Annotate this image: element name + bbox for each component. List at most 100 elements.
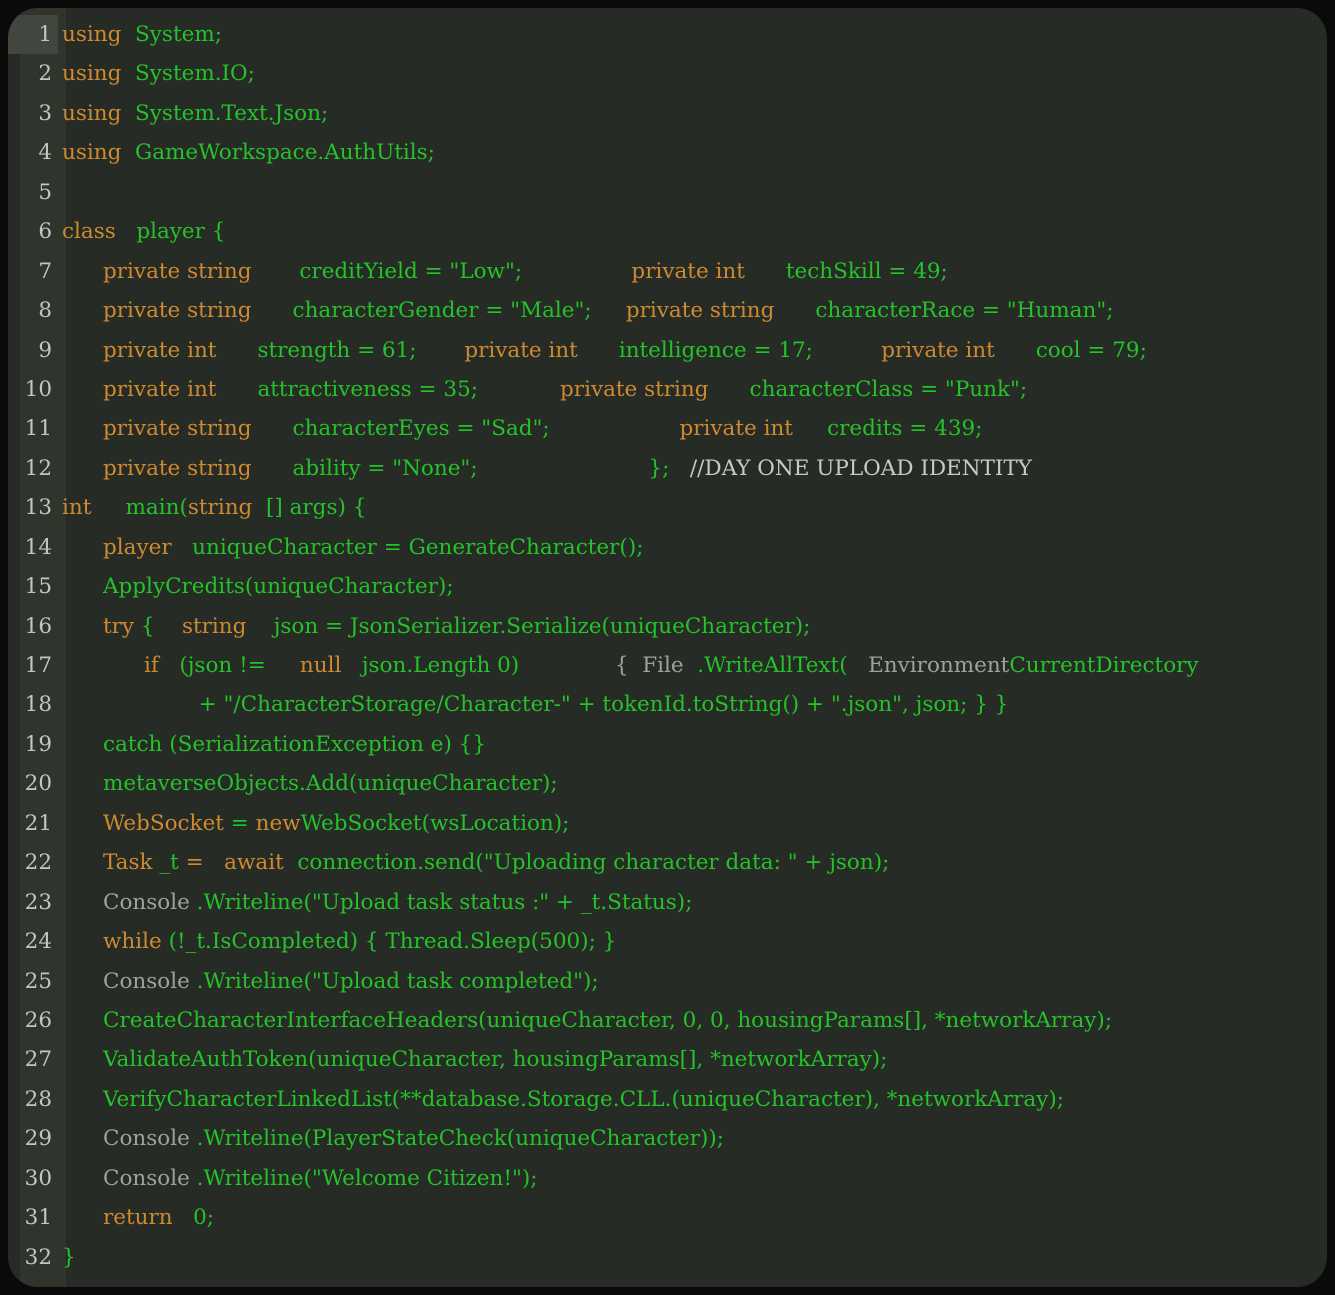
code-text: try { string json = JsonSerializer.Seria… <box>58 607 810 646</box>
line-number: 27 <box>8 1040 58 1079</box>
code-token: return <box>62 1205 173 1230</box>
code-line[interactable]: 30 Console .Writeline("Welcome Citizen!"… <box>8 1159 1327 1198</box>
code-token: using <box>62 22 121 47</box>
code-token: Task <box>62 850 153 875</box>
code-line[interactable]: 29 Console .Writeline(PlayerStateCheck(u… <box>8 1119 1327 1158</box>
code-token: private string <box>62 416 252 441</box>
line-number: 16 <box>8 607 58 646</box>
code-line[interactable]: 28 VerifyCharacterLinkedList(**database.… <box>8 1080 1327 1119</box>
code-line[interactable]: 23 Console .Writeline("Upload task statu… <box>8 883 1327 922</box>
code-text: while (!_t.IsCompleted) { Thread.Sleep(5… <box>58 922 616 961</box>
code-line[interactable]: 21 WebSocket = newWebSocket(wsLocation); <box>8 804 1327 843</box>
line-number: 1 <box>8 15 58 54</box>
code-text: using System; <box>58 15 222 54</box>
code-line[interactable]: 31 return 0; <box>8 1198 1327 1237</box>
code-line[interactable]: 26 CreateCharacterInterfaceHeaders(uniqu… <box>8 1001 1327 1040</box>
code-token: _t <box>153 850 179 875</box>
code-text: Console .Writeline("Upload task complete… <box>58 962 599 1001</box>
code-line[interactable]: 25 Console .Writeline("Upload task compl… <box>8 962 1327 1001</box>
code-line[interactable]: 8 private string characterGender = "Male… <box>8 291 1327 330</box>
code-text: if (json != null json.Length 0) { File .… <box>58 646 1199 685</box>
code-token: using <box>62 61 121 86</box>
line-number: 26 <box>8 1001 58 1040</box>
code-line[interactable]: 17 if (json != null json.Length 0) { Fil… <box>8 646 1327 685</box>
code-token: private string <box>62 259 252 284</box>
code-token: Console <box>62 1126 190 1151</box>
code-text: player uniqueCharacter = GenerateCharact… <box>58 528 643 567</box>
code-token: strength = 61; <box>216 338 416 363</box>
code-text: private int strength = 61; private int i… <box>58 331 1147 370</box>
code-token: .Writeline("Upload task status :" + _t.S… <box>190 890 693 915</box>
code-line[interactable]: 7 private string creditYield = "Low"; pr… <box>8 252 1327 291</box>
code-text: private string characterGender = "Male";… <box>58 291 1113 330</box>
line-number: 25 <box>8 962 58 1001</box>
code-token: try <box>62 614 134 639</box>
code-line[interactable]: 18 + "/CharacterStorage/Character-" + to… <box>8 685 1327 724</box>
line-number: 22 <box>8 843 58 882</box>
code-line[interactable]: 14 player uniqueCharacter = GenerateChar… <box>8 528 1327 567</box>
code-token: json = JsonSerializer.Serialize(uniqueCh… <box>246 614 810 639</box>
code-token: private string <box>62 298 252 323</box>
code-token: string <box>182 614 246 639</box>
code-text: VerifyCharacterLinkedList(**database.Sto… <box>58 1080 1064 1119</box>
line-number: 23 <box>8 883 58 922</box>
code-line[interactable]: 6class player { <box>8 212 1327 251</box>
code-line[interactable]: 32} <box>8 1238 1327 1277</box>
code-token: ApplyCredits(uniqueCharacter); <box>62 574 454 599</box>
code-token: catch (SerializationException e) {} <box>62 732 486 757</box>
code-token: .Writeline("Welcome Citizen!"); <box>190 1166 538 1191</box>
code-token: (json != <box>159 653 266 678</box>
code-token: = await <box>179 850 284 875</box>
code-line[interactable]: 19 catch (SerializationException e) {} <box>8 725 1327 764</box>
code-line[interactable]: 3using System.Text.Json; <box>8 94 1327 133</box>
code-token: .Writeline(PlayerStateCheck(uniqueCharac… <box>190 1126 724 1151</box>
code-line[interactable]: 20 metaverseObjects.Add(uniqueCharacter)… <box>8 764 1327 803</box>
code-line[interactable]: 10 private int attractiveness = 35; priv… <box>8 370 1327 409</box>
code-line[interactable]: 1using System; <box>8 15 1327 54</box>
code-token: private int <box>550 416 793 441</box>
code-token: main( <box>91 495 188 520</box>
code-text: Console .Writeline(PlayerStateCheck(uniq… <box>58 1119 724 1158</box>
code-token: CreateCharacterInterfaceHeaders(uniqueCh… <box>62 1008 1112 1033</box>
code-line[interactable]: 16 try { string json = JsonSerializer.Se… <box>8 607 1327 646</box>
code-token: player { <box>116 219 226 244</box>
line-number: 13 <box>8 488 58 527</box>
code-line[interactable]: 27 ValidateAuthToken(uniqueCharacter, ho… <box>8 1040 1327 1079</box>
code-text: CreateCharacterInterfaceHeaders(uniqueCh… <box>58 1001 1112 1040</box>
code-token: WebSocket(wsLocation); <box>301 811 570 836</box>
code-line[interactable]: 22 Task _t = await connection.send("Uplo… <box>8 843 1327 882</box>
code-token: json.Length 0) <box>341 653 519 678</box>
code-token: ValidateAuthToken(uniqueCharacter, housi… <box>62 1047 887 1072</box>
code-line[interactable]: 11 private string characterEyes = "Sad";… <box>8 409 1327 448</box>
code-token: using <box>62 140 121 165</box>
code-line[interactable]: 2using System.IO; <box>8 54 1327 93</box>
code-text: Task _t = await connection.send("Uploadi… <box>58 843 889 882</box>
code-token: private int <box>62 377 216 402</box>
line-number: 10 <box>8 370 58 409</box>
code-token: Environment <box>848 653 1010 678</box>
code-text: using System.IO; <box>58 54 255 93</box>
code-token: ability = "None"; <box>252 456 478 481</box>
line-number: 19 <box>8 725 58 764</box>
code-editor-panel[interactable]: 1using System;2using System.IO;3using Sy… <box>8 8 1327 1287</box>
code-line[interactable]: 12 private string ability = "None"; }; /… <box>8 449 1327 488</box>
code-line[interactable]: 4using GameWorkspace.AuthUtils; <box>8 133 1327 172</box>
code-token: 0; <box>173 1205 214 1230</box>
code-line[interactable]: 15 ApplyCredits(uniqueCharacter); <box>8 567 1327 606</box>
code-line[interactable]: 24 while (!_t.IsCompleted) { Thread.Slee… <box>8 922 1327 961</box>
code-line[interactable]: 5 <box>8 173 1327 212</box>
line-number: 29 <box>8 1119 58 1158</box>
line-number: 15 <box>8 567 58 606</box>
code-token: + "/CharacterStorage/Character-" + token… <box>62 692 1008 717</box>
code-text: ApplyCredits(uniqueCharacter); <box>58 567 454 606</box>
code-token: creditYield = "Low"; <box>252 259 523 284</box>
code-line[interactable]: 9 private int strength = 61; private int… <box>8 331 1327 370</box>
code-line[interactable]: 13int main(string [] args) { <box>8 488 1327 527</box>
code-token: connection.send("Uploading character dat… <box>284 850 890 875</box>
code-token: System.IO; <box>121 61 255 86</box>
code-text: ValidateAuthToken(uniqueCharacter, housi… <box>58 1040 887 1079</box>
code-token: private string <box>592 298 775 323</box>
code-token: VerifyCharacterLinkedList(**database.Sto… <box>62 1087 1064 1112</box>
line-number: 28 <box>8 1080 58 1119</box>
code-token: techSkill = 49; <box>745 259 948 284</box>
